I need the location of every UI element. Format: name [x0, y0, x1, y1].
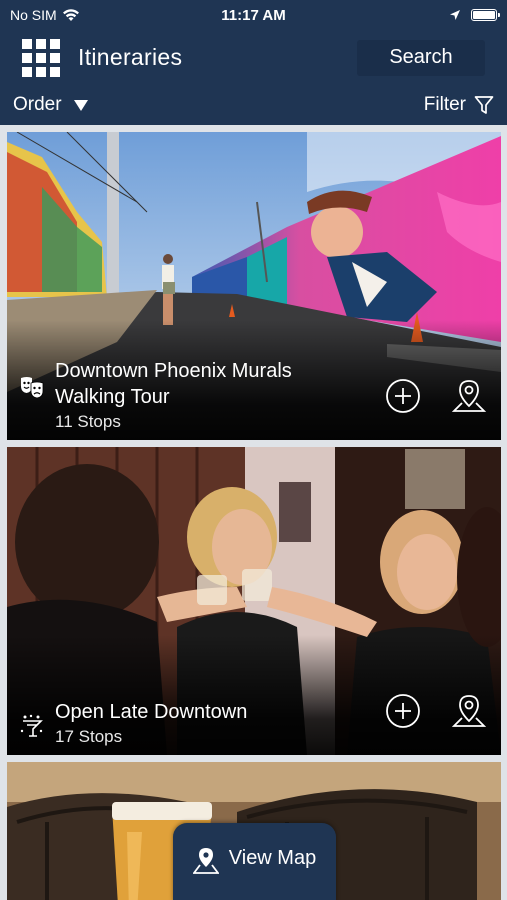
nightlife-icon [20, 714, 43, 737]
carrier-label: No SIM [10, 7, 57, 23]
card-text: Downtown Phoenix Murals Walking Tour 11 … [55, 358, 325, 432]
map-pin-icon [192, 848, 219, 874]
card-actions [385, 378, 487, 414]
list-toolbar: Order Filter [0, 85, 507, 125]
caret-down-icon [73, 99, 88, 111]
order-label: Order [13, 94, 62, 115]
location-arrow-icon [450, 10, 460, 20]
view-map-button[interactable]: View Map [173, 823, 336, 900]
itinerary-stops: 17 Stops [55, 727, 123, 746]
grid-menu-icon[interactable] [22, 38, 60, 77]
wifi-icon [62, 9, 79, 21]
filter-label: Filter [423, 94, 466, 115]
status-right [327, 9, 500, 21]
filter-funnel-icon [474, 96, 494, 114]
card-actions [385, 693, 487, 729]
map-pin-icon[interactable] [451, 378, 487, 414]
app-header: Itineraries Search [0, 30, 507, 85]
itinerary-list[interactable]: Downtown Phoenix Murals Walking Tour 11 … [0, 125, 507, 900]
itinerary-title: Downtown Phoenix Murals Walking Tour [55, 360, 292, 408]
add-circle-icon[interactable] [385, 693, 421, 729]
theater-masks-icon [21, 377, 44, 399]
filter-button[interactable]: Filter [424, 94, 494, 116]
add-circle-icon[interactable] [385, 378, 421, 414]
battery-icon [471, 9, 500, 21]
status-time: 11:17 AM [221, 6, 286, 24]
order-button[interactable]: Order [13, 94, 88, 116]
itinerary-stops: 11 Stops [55, 412, 121, 431]
itinerary-card[interactable]: Downtown Phoenix Murals Walking Tour 11 … [7, 132, 501, 440]
map-pin-icon[interactable] [451, 693, 487, 729]
page-title: Itineraries [78, 44, 183, 70]
view-map-label: View Map [228, 847, 317, 869]
search-button[interactable]: Search [357, 39, 485, 76]
status-left: No SIM [10, 7, 180, 23]
card-info: Downtown Phoenix Murals Walking Tour 11 … [19, 358, 325, 432]
itinerary-title: Open Late Downtown [55, 701, 248, 723]
card-text: Open Late Downtown 17 Stops [55, 699, 325, 747]
card-info: Open Late Downtown 17 Stops [19, 699, 325, 747]
itinerary-card[interactable]: Open Late Downtown 17 Stops [7, 447, 501, 755]
status-bar: No SIM 11:17 AM [0, 0, 507, 30]
